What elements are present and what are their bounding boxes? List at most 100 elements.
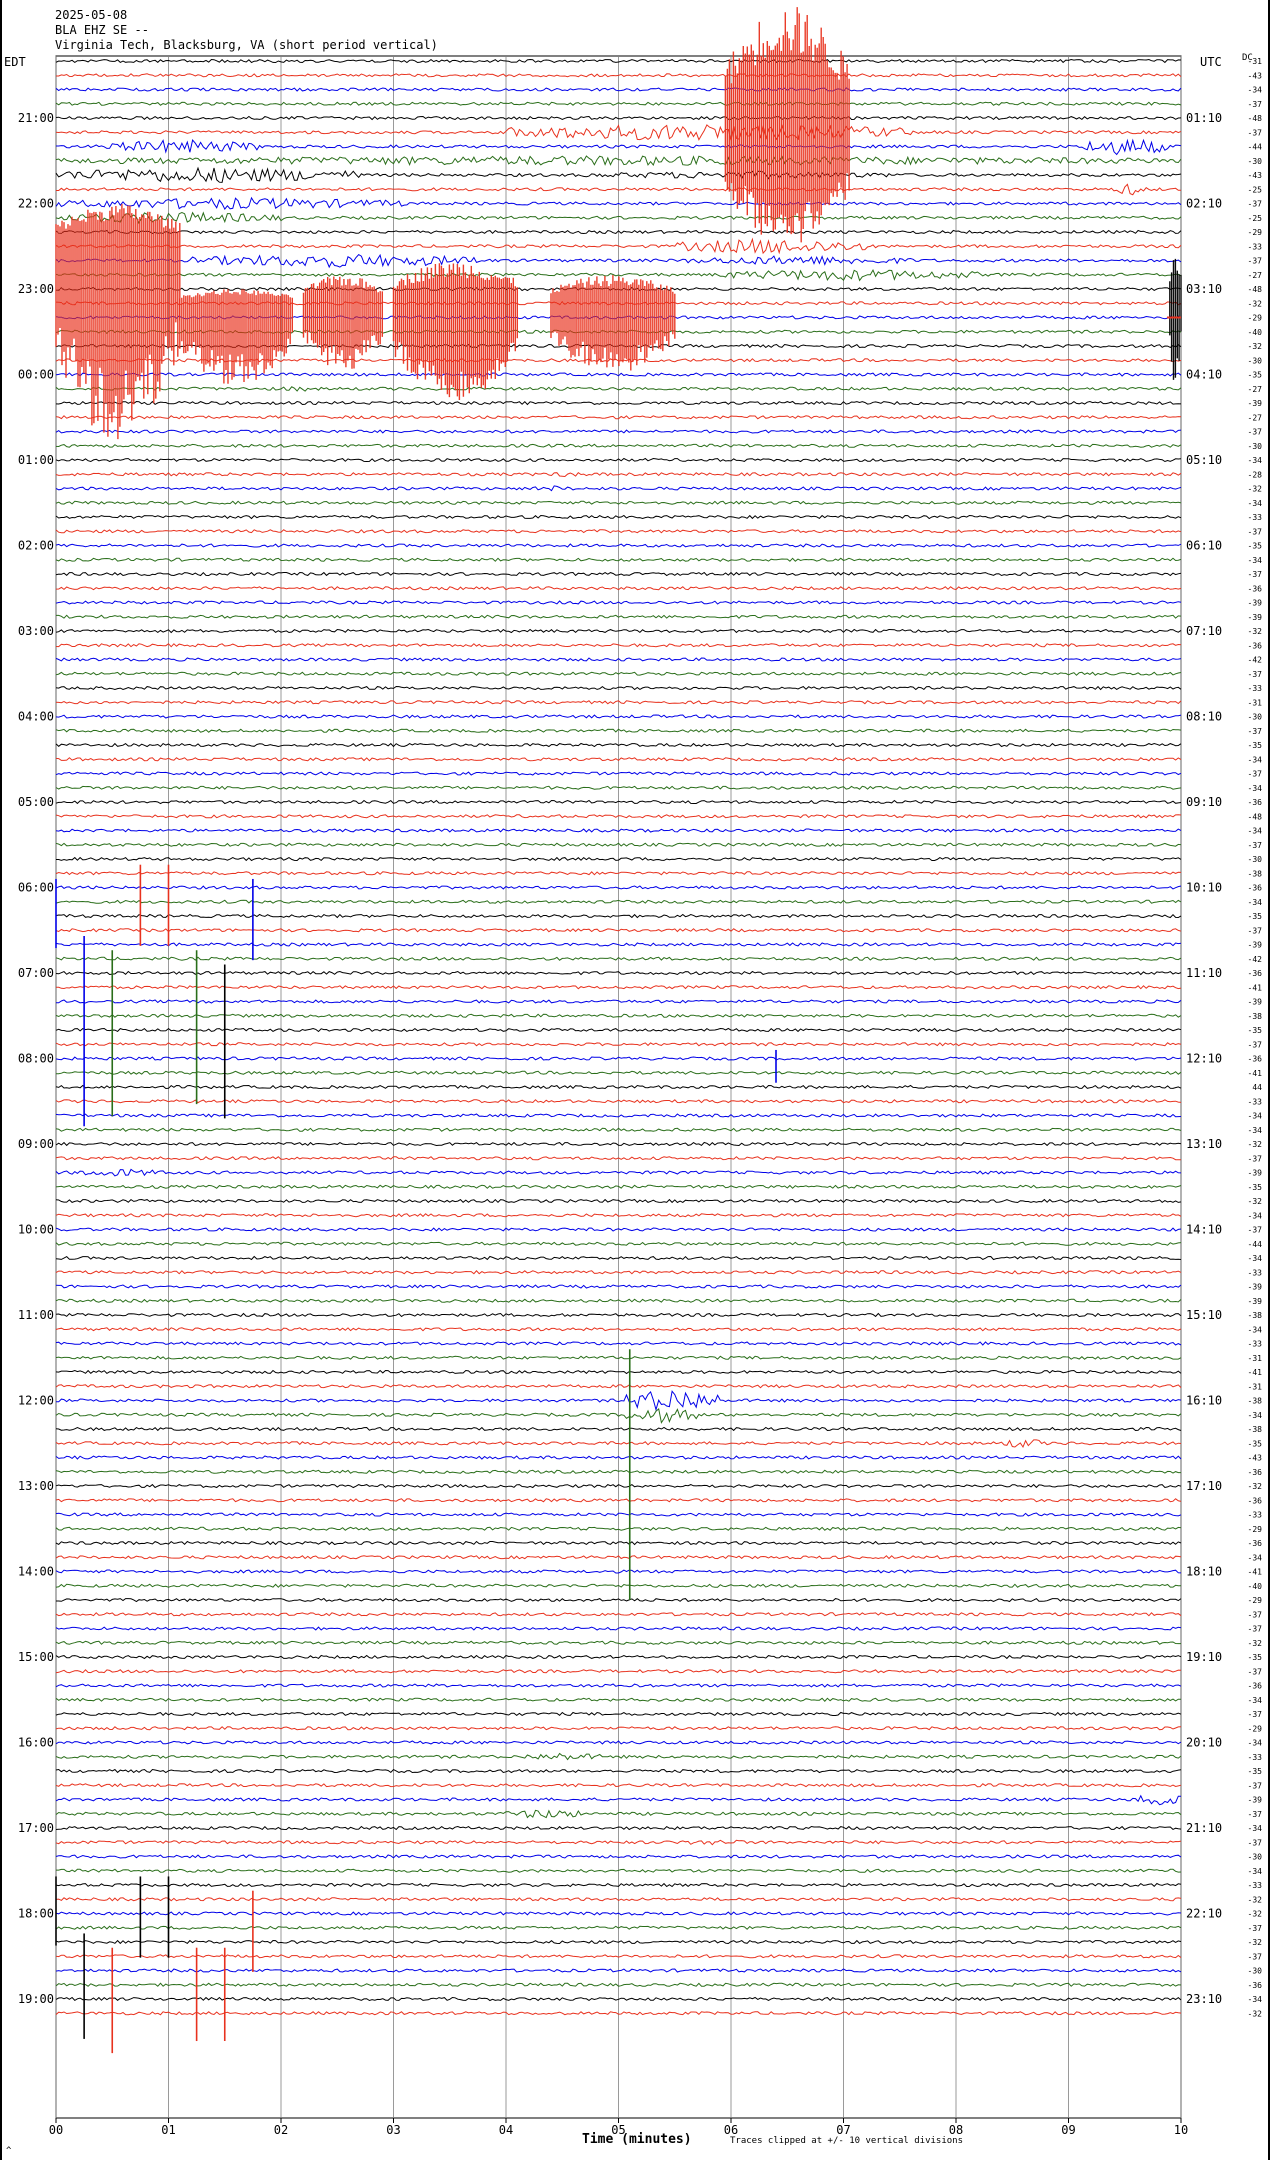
dc-offset-label: -37 bbox=[1248, 727, 1263, 736]
clipped-signal-blob bbox=[392, 263, 518, 400]
station-label: BLA EHZ SE -- bbox=[55, 23, 149, 37]
dc-offset-label: -34 bbox=[1248, 1411, 1263, 1420]
dc-offset-label: -42 bbox=[1248, 955, 1263, 964]
dc-offset-label: -32 bbox=[1248, 627, 1263, 636]
dc-offset-label: -43 bbox=[1248, 1454, 1263, 1463]
dc-offset-label: -39 bbox=[1248, 1169, 1263, 1178]
dc-offset-label: -33 bbox=[1248, 1268, 1263, 1277]
utc-hour-label: 01:10 bbox=[1186, 111, 1222, 125]
dc-offset-label: -41 bbox=[1248, 983, 1263, 992]
dc-offset-label: -27 bbox=[1248, 385, 1263, 394]
edt-hour-label: 01:00 bbox=[18, 453, 54, 467]
x-tick-label: 06 bbox=[724, 2123, 738, 2137]
dc-offset-label: -37 bbox=[1248, 1040, 1263, 1049]
dc-offset-label: -35 bbox=[1248, 542, 1263, 551]
dc-offset-label: -36 bbox=[1248, 969, 1263, 978]
dc-offset-label: -37 bbox=[1248, 570, 1263, 579]
dc-offset-label: -34 bbox=[1248, 1211, 1263, 1220]
dc-offset-label: -34 bbox=[1248, 1696, 1263, 1705]
dc-offset-label: -37 bbox=[1248, 926, 1263, 935]
dc-offset-label: -31 bbox=[1248, 1382, 1263, 1391]
dc-offset-label: -43 bbox=[1248, 71, 1263, 80]
edt-hour-label: 07:00 bbox=[18, 966, 54, 980]
utc-hour-label: 03:10 bbox=[1186, 282, 1222, 296]
clipped-signal-blob bbox=[55, 204, 181, 440]
utc-hour-label: 16:10 bbox=[1186, 1394, 1222, 1408]
dc-offset-label: -27 bbox=[1248, 271, 1263, 280]
dc-offset-label: -37 bbox=[1248, 257, 1263, 266]
edt-hour-label: 10:00 bbox=[18, 1223, 54, 1237]
dc-offset-label: -27 bbox=[1248, 413, 1263, 422]
utc-hour-label: 12:10 bbox=[1186, 1052, 1222, 1066]
clipped-signal-blob bbox=[550, 275, 676, 371]
dc-offset-label: -36 bbox=[1248, 1055, 1263, 1064]
dc-offset-label: -34 bbox=[1248, 1824, 1263, 1833]
dc-offset-label: -48 bbox=[1248, 114, 1263, 123]
dc-offset-label: -29 bbox=[1248, 1596, 1263, 1605]
edt-hour-label: 14:00 bbox=[18, 1565, 54, 1579]
dc-offset-label: -32 bbox=[1248, 1482, 1263, 1491]
edt-hour-label: 00:00 bbox=[18, 368, 54, 382]
dc-offset-label: -32 bbox=[1248, 1938, 1263, 1947]
dc-offset-label: -36 bbox=[1248, 884, 1263, 893]
utc-hour-label: 10:10 bbox=[1186, 881, 1222, 895]
edt-axis-label: EDT bbox=[4, 55, 26, 69]
dc-offset-label: 44 bbox=[1252, 1083, 1262, 1092]
utc-hour-label: 22:10 bbox=[1186, 1907, 1222, 1921]
x-tick-label: 01 bbox=[161, 2123, 175, 2137]
dc-offset-label: -33 bbox=[1248, 684, 1263, 693]
utc-hour-label: 06:10 bbox=[1186, 539, 1222, 553]
dc-offset-label: -48 bbox=[1248, 285, 1263, 294]
edt-hour-label: 03:00 bbox=[18, 624, 54, 638]
x-tick-label: 00 bbox=[49, 2123, 63, 2137]
x-tick-label: 07 bbox=[836, 2123, 850, 2137]
dc-offset-label: -39 bbox=[1248, 613, 1263, 622]
dc-offset-label: -37 bbox=[1248, 1838, 1263, 1847]
x-tick-label: 09 bbox=[1061, 2123, 1075, 2137]
dc-offset-label: -37 bbox=[1248, 770, 1263, 779]
dc-offset-label: -37 bbox=[1248, 100, 1263, 109]
dc-offset-label: -30 bbox=[1248, 442, 1263, 451]
edt-hour-label: 23:00 bbox=[18, 282, 54, 296]
x-tick-label: 02 bbox=[274, 2123, 288, 2137]
dc-offset-label: -32 bbox=[1248, 342, 1263, 351]
dc-offset-label: -37 bbox=[1248, 1610, 1263, 1619]
x-axis-title: Time (minutes) bbox=[582, 2132, 692, 2147]
dc-offset-label: -36 bbox=[1248, 1682, 1263, 1691]
utc-hour-label: 15:10 bbox=[1186, 1308, 1222, 1322]
dc-offset-label: -36 bbox=[1248, 641, 1263, 650]
dc-offset-label: -39 bbox=[1248, 941, 1263, 950]
utc-hour-label: 20:10 bbox=[1186, 1736, 1222, 1750]
location-label: Virginia Tech, Blacksburg, VA (short per… bbox=[55, 38, 438, 52]
dc-offset-header: DC bbox=[1242, 53, 1253, 63]
dc-offset-label: -37 bbox=[1248, 1924, 1263, 1933]
dc-offset-label: -32 bbox=[1248, 485, 1263, 494]
helicorder-plot: 00 01 02 03 04 05 06 07 08 09 10-31-43-34-37-48-37… bbox=[0, 0, 1270, 2160]
dc-offset-label: -37 bbox=[1248, 841, 1263, 850]
dc-offset-label: -33 bbox=[1248, 513, 1263, 522]
edt-hour-label: 22:00 bbox=[18, 197, 54, 211]
dc-offset-label: -28 bbox=[1248, 470, 1263, 479]
dc-offset-label: -44 bbox=[1248, 1240, 1263, 1249]
utc-hour-label: 21:10 bbox=[1186, 1821, 1222, 1835]
dc-offset-label: -33 bbox=[1248, 242, 1263, 251]
dc-offset-label: -43 bbox=[1248, 171, 1263, 180]
dc-offset-label: -35 bbox=[1248, 741, 1263, 750]
dc-offset-label: -30 bbox=[1248, 855, 1263, 864]
dc-offset-label: -36 bbox=[1248, 1981, 1263, 1990]
dc-offset-label: -41 bbox=[1248, 1368, 1263, 1377]
dc-offset-label: -38 bbox=[1248, 869, 1263, 878]
dc-offset-label: -37 bbox=[1248, 1667, 1263, 1676]
dc-offset-label: -34 bbox=[1248, 827, 1263, 836]
dc-offset-label: -37 bbox=[1248, 670, 1263, 679]
dc-offset-label: -39 bbox=[1248, 998, 1263, 1007]
edt-hour-label: 09:00 bbox=[18, 1137, 54, 1151]
dc-offset-label: -37 bbox=[1248, 1952, 1263, 1961]
dc-offset-label: -25 bbox=[1248, 214, 1263, 223]
dc-offset-label: -36 bbox=[1248, 798, 1263, 807]
dc-offset-label: -25 bbox=[1248, 185, 1263, 194]
dc-offset-label: -30 bbox=[1248, 713, 1263, 722]
utc-hour-label: 13:10 bbox=[1186, 1137, 1222, 1151]
edt-hour-label: 21:00 bbox=[18, 111, 54, 125]
utc-hour-label: 05:10 bbox=[1186, 453, 1222, 467]
